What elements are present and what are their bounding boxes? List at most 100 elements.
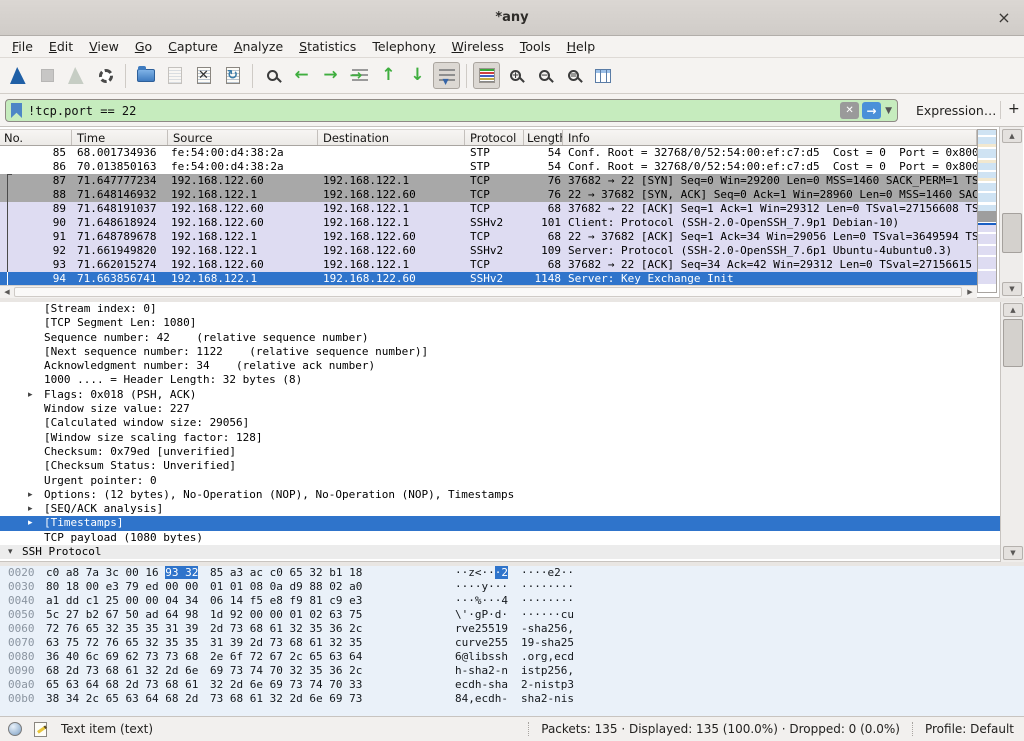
hex-a1[interactable]: ····y··· xyxy=(455,580,508,594)
column-header-source[interactable]: Source xyxy=(168,130,318,145)
highlighted-bytes[interactable]: ·2 xyxy=(495,566,508,579)
go-to-packet-button[interactable] xyxy=(346,62,373,89)
capture-comment-icon[interactable] xyxy=(34,722,47,737)
hex-g1[interactable]: 63 75 72 76 65 32 35 35 xyxy=(46,636,198,650)
hex-row-0050[interactable]: 00505c 27 b2 67 50 ad 64 981d 92 00 00 0… xyxy=(0,608,1024,622)
highlighted-bytes[interactable]: 93 32 xyxy=(165,566,198,579)
packet-row-90[interactable]: 9071.648618924192.168.122.60192.168.122.… xyxy=(0,216,977,230)
detail-line[interactable]: [Checksum Status: Unverified] xyxy=(0,459,1001,473)
hex-g2[interactable]: 06 14 f5 e8 f9 81 c9 e3 xyxy=(210,594,362,608)
hex-g1[interactable]: 38 34 2c 65 63 64 68 2d xyxy=(46,692,198,706)
hex-g2[interactable]: 32 2d 6e 69 73 74 70 33 xyxy=(210,678,362,692)
menu-item-view[interactable]: View xyxy=(81,37,127,56)
hex-g2[interactable]: 73 68 61 32 2d 6e 69 73 xyxy=(210,692,362,706)
hex-a2[interactable]: -sha256, xyxy=(521,622,574,636)
close-window-button[interactable]: × xyxy=(994,8,1014,28)
column-header-protocol[interactable]: Protocol xyxy=(465,130,524,145)
hex-row-0030[interactable]: 003080 18 00 e3 79 ed 00 0001 01 08 0a d… xyxy=(0,580,1024,594)
detail-line[interactable]: Urgent pointer: 0 xyxy=(0,474,1001,488)
hex-g1[interactable]: 80 18 00 e3 79 ed 00 00 xyxy=(46,580,198,594)
detail-line[interactable]: ▾SSH Protocol xyxy=(0,545,1001,559)
hex-g1[interactable]: 36 40 6c 69 62 73 73 68 xyxy=(46,650,198,664)
detail-line[interactable]: ▸[SEQ/ACK analysis] xyxy=(0,502,1001,516)
packet-row-88[interactable]: 8871.648146932192.168.122.1192.168.122.6… xyxy=(0,188,977,202)
detail-line[interactable]: Checksum: 0x79ed [unverified] xyxy=(0,445,1001,459)
hex-row-00a0[interactable]: 00a065 63 64 68 2d 73 68 6132 2d 6e 69 7… xyxy=(0,678,1024,692)
packet-row-87[interactable]: 8771.647777234192.168.122.60192.168.122.… xyxy=(0,174,977,188)
hex-g2[interactable]: 31 39 2d 73 68 61 32 35 xyxy=(210,636,362,650)
menu-item-telephony[interactable]: Telephony xyxy=(364,37,443,56)
detail-line[interactable]: ▸Flags: 0x018 (PSH, ACK) xyxy=(0,388,1001,402)
hex-a2[interactable]: .org,ecd xyxy=(521,650,574,664)
detail-line[interactable]: [TCP Segment Len: 1080] xyxy=(0,316,1001,330)
hex-row-00b0[interactable]: 00b038 34 2c 65 63 64 68 2d73 68 61 32 2… xyxy=(0,692,1024,706)
hex-a2[interactable]: istp256, xyxy=(521,664,574,678)
detail-line[interactable]: [Window size scaling factor: 128] xyxy=(0,431,1001,445)
packet-row-92[interactable]: 9271.661949820192.168.122.1192.168.122.6… xyxy=(0,244,977,258)
scroll-left-arrow[interactable]: ◀ xyxy=(1,287,13,298)
packet-row-86[interactable]: 8670.013850163fe:54:00:d4:38:2aSTP54Conf… xyxy=(0,160,977,174)
hscrollbar-thumb[interactable] xyxy=(14,287,962,297)
hex-a2[interactable]: 19-sha25 xyxy=(521,636,574,650)
detail-line[interactable]: [Calculated window size: 29056] xyxy=(0,416,1001,430)
menu-item-tools[interactable]: Tools xyxy=(512,37,559,56)
hex-a1[interactable]: \'·gP·d· xyxy=(455,608,508,622)
packet-list-horizontal-scrollbar[interactable]: ◀ ▶ xyxy=(0,285,977,298)
menu-item-capture[interactable]: Capture xyxy=(160,37,226,56)
open-capture-file-button[interactable] xyxy=(132,62,159,89)
hex-a1[interactable]: ··z<···2 xyxy=(455,566,508,580)
zoom-reset-button[interactable]: = xyxy=(560,62,587,89)
details-scrollbar-thumb[interactable] xyxy=(1003,319,1023,367)
detail-line[interactable]: ▸Options: (12 bytes), No-Operation (NOP)… xyxy=(0,488,1001,502)
scroll-right-arrow[interactable]: ▶ xyxy=(964,287,976,298)
collapsed-arrow-icon[interactable]: ▸ xyxy=(28,488,33,502)
hex-a2[interactable]: ········ xyxy=(521,594,574,608)
collapsed-arrow-icon[interactable]: ▸ xyxy=(28,502,33,516)
hex-a1[interactable]: h-sha2-n xyxy=(455,664,508,678)
hex-a2[interactable]: ······cu xyxy=(521,608,574,622)
menu-item-help[interactable]: Help xyxy=(559,37,604,56)
auto-scroll-toggle-button[interactable] xyxy=(433,62,460,89)
reload-capture-file-button[interactable]: ↻ xyxy=(219,62,246,89)
zoom-in-button[interactable]: + xyxy=(502,62,529,89)
column-header-length[interactable]: Length xyxy=(524,130,563,145)
hex-a1[interactable]: ecdh-sha xyxy=(455,678,508,692)
menu-item-analyze[interactable]: Analyze xyxy=(226,37,291,56)
packet-row-93[interactable]: 9371.662015274192.168.122.60192.168.122.… xyxy=(0,258,977,272)
menu-item-file[interactable]: File xyxy=(4,37,41,56)
hex-a2[interactable]: ····e2·· xyxy=(521,566,574,580)
hex-row-0060[interactable]: 006072 76 65 32 35 35 31 392d 73 68 61 3… xyxy=(0,622,1024,636)
scroll-down-arrow[interactable]: ▼ xyxy=(1002,282,1022,296)
column-header-destination[interactable]: Destination xyxy=(318,130,465,145)
menu-item-go[interactable]: Go xyxy=(127,37,160,56)
details-scroll-down-arrow[interactable]: ▼ xyxy=(1003,546,1023,560)
expert-info-icon[interactable] xyxy=(8,722,22,736)
go-last-packet-button[interactable]: ↓ xyxy=(404,62,431,89)
filter-dropdown-caret[interactable]: ▼ xyxy=(885,106,892,116)
packet-list-minimap-scrollbar[interactable] xyxy=(977,129,997,293)
menu-item-statistics[interactable]: Statistics xyxy=(291,37,364,56)
go-previous-packet-button[interactable]: ← xyxy=(288,62,315,89)
hex-g2[interactable]: 01 01 08 0a d9 88 02 a0 xyxy=(210,580,362,594)
expanded-arrow-icon[interactable]: ▾ xyxy=(8,545,13,559)
packet-list-vertical-scrollbar[interactable]: ▲ ▼ xyxy=(999,127,1023,298)
hex-row-0020[interactable]: 0020c0 a8 7a 3c 00 16 93 3285 a3 ac c0 6… xyxy=(0,566,1024,580)
detail-line[interactable]: 1000 .... = Header Length: 32 bytes (8) xyxy=(0,373,1001,387)
hex-a2[interactable]: ········ xyxy=(521,580,574,594)
hex-g1[interactable]: 5c 27 b2 67 50 ad 64 98 xyxy=(46,608,198,622)
detail-line[interactable]: Sequence number: 42 (relative sequence n… xyxy=(0,331,1001,345)
collapsed-arrow-icon[interactable]: ▸ xyxy=(28,388,33,402)
expression-button[interactable]: Expression… xyxy=(916,103,996,118)
find-packet-button[interactable] xyxy=(259,62,286,89)
add-filter-button[interactable]: + xyxy=(1008,101,1020,117)
scrollbar-thumb[interactable] xyxy=(1002,213,1022,253)
hex-a1[interactable]: rve25519 xyxy=(455,622,508,636)
packet-row-89[interactable]: 8971.648191037192.168.122.60192.168.122.… xyxy=(0,202,977,216)
detail-line[interactable]: [Next sequence number: 1122 (relative se… xyxy=(0,345,1001,359)
hex-g1[interactable]: 68 2d 73 68 61 32 2d 6e xyxy=(46,664,198,678)
collapsed-arrow-icon[interactable]: ▸ xyxy=(28,516,33,530)
filter-bookmark-icon[interactable] xyxy=(11,103,22,118)
hex-row-0040[interactable]: 0040a1 dd c1 25 00 00 04 3406 14 f5 e8 f… xyxy=(0,594,1024,608)
hex-g1[interactable]: 65 63 64 68 2d 73 68 61 xyxy=(46,678,198,692)
column-header-time[interactable]: Time xyxy=(72,130,168,145)
